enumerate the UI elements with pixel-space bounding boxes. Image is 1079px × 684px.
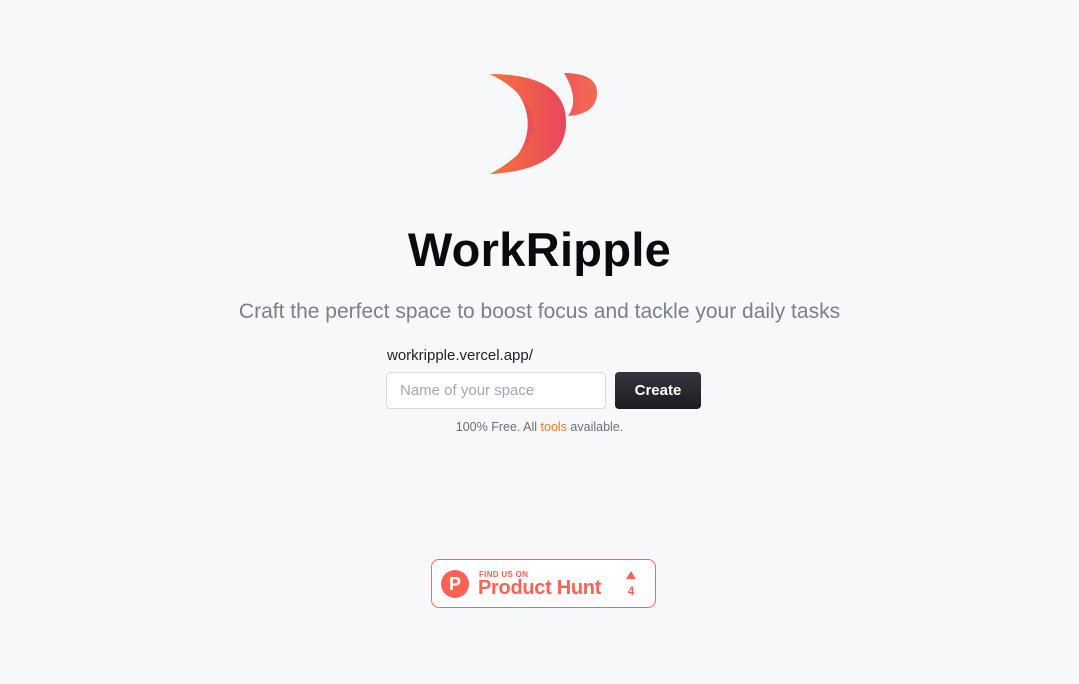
product-hunt-badge[interactable]: P FIND US ON Product Hunt 4 (431, 559, 656, 608)
free-note-suffix: available. (566, 420, 624, 434)
product-hunt-name: Product Hunt (478, 577, 602, 599)
free-note: 100% Free. All tools available. (0, 420, 1079, 434)
app-title: WorkRipple (407, 223, 672, 276)
workripple-logo-icon (490, 73, 598, 174)
tools-link[interactable]: tools (541, 420, 567, 434)
space-name-input[interactable] (386, 372, 606, 409)
tagline: Craft the perfect space to boost focus a… (238, 300, 841, 323)
upvote-count: 4 (627, 584, 635, 598)
create-button[interactable]: Create (615, 372, 701, 409)
product-hunt-logo-icon: P (441, 570, 469, 598)
free-note-text: 100% Free. All (455, 420, 541, 434)
upvote-arrow-icon (626, 571, 636, 579)
url-prefix: workripple.vercel.app/ (387, 347, 533, 364)
